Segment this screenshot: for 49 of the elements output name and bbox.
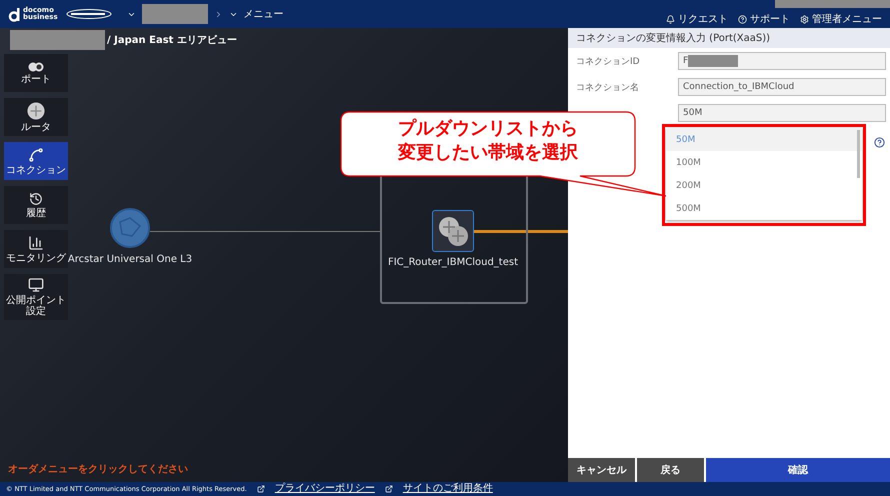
logo-icon xyxy=(8,8,20,22)
header-link[interactable]: サポート xyxy=(738,12,790,26)
node-label: Arcstar Universal One L3 xyxy=(68,254,192,265)
dropdown-option[interactable]: 100M xyxy=(666,151,862,174)
panel-title: コネクションの変更情報入力 (Port(XaaS)) xyxy=(568,28,890,48)
router-node[interactable] xyxy=(432,210,474,252)
footer-link[interactable]: プライバシーポリシー xyxy=(274,482,375,496)
globe-network-icon xyxy=(110,208,150,248)
bell-icon xyxy=(666,14,675,24)
sidebar-item[interactable]: 公開ポイント設定 xyxy=(4,274,68,320)
redacted-block xyxy=(142,4,208,24)
history-icon xyxy=(29,192,43,206)
action-button[interactable]: 確認 xyxy=(706,458,890,482)
dropdown-option[interactable]: 200M xyxy=(666,174,862,197)
toggle-icon xyxy=(28,62,44,72)
company-logo-icon xyxy=(64,8,113,20)
field-label: コネクションID xyxy=(576,56,641,68)
header-link[interactable]: リクエスト xyxy=(666,12,728,26)
sidebar-item[interactable]: ポート xyxy=(4,54,68,92)
help-icon xyxy=(738,14,747,24)
scrollbar[interactable] xyxy=(857,130,860,178)
redacted-block xyxy=(688,55,738,67)
footer-link[interactable]: サイトのご利用条件 xyxy=(402,482,493,496)
node-label: FIC_Router_IBMCloud_test xyxy=(388,257,518,268)
callout-text: プルダウンリストから 変更したい帯域を選択 xyxy=(397,117,579,165)
connection-icon xyxy=(28,146,44,162)
action-button[interactable]: キャンセル xyxy=(568,458,635,482)
help-icon[interactable] xyxy=(874,137,885,148)
view-title: / Japan East エリアビュー xyxy=(107,34,237,47)
router-icon xyxy=(27,102,45,120)
monitor-icon xyxy=(28,277,44,293)
chart-icon xyxy=(28,234,44,250)
hint-text: オーダメニューをクリックしてください xyxy=(8,462,188,476)
input-field[interactable]: Connection_to_IBMCloud xyxy=(678,78,886,96)
input-field[interactable]: F xyxy=(678,52,886,70)
menu-link[interactable]: メニュー xyxy=(244,7,284,21)
sidebar-item[interactable]: ルータ xyxy=(4,98,68,136)
input-field[interactable]: 50M xyxy=(678,104,886,122)
header-link[interactable]: 管理者メニュー xyxy=(800,12,882,26)
action-button[interactable]: 戻る xyxy=(637,458,704,482)
sidebar-item[interactable]: コネクション xyxy=(4,142,68,180)
sidebar-item[interactable]: モニタリング xyxy=(4,230,68,268)
field-label: コネクション名 xyxy=(576,82,640,94)
sidebar-item[interactable]: 履歴 xyxy=(4,186,68,224)
external-link-icon xyxy=(256,485,265,493)
settings-icon xyxy=(800,14,809,24)
routers-icon xyxy=(437,215,469,247)
external-link-icon xyxy=(384,485,393,493)
dropdown-option[interactable]: 500M xyxy=(666,197,862,220)
